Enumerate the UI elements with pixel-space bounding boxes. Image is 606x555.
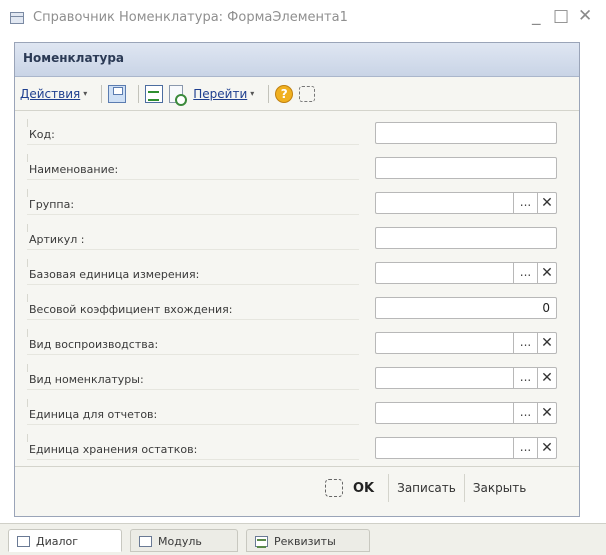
field-row: Весовой коэффициент вхождения: 0 <box>27 294 567 320</box>
field-row: Базовая единица измерения:... ✕ <box>27 259 567 285</box>
field-row: Группа:... ✕ <box>27 189 567 215</box>
field-input[interactable] <box>375 122 557 144</box>
choose-button[interactable]: ... <box>514 367 538 389</box>
toolbar-divider <box>101 84 103 103</box>
form-footer: OK Записать Закрыть <box>325 471 534 505</box>
help-icon[interactable]: ? <box>275 84 294 103</box>
chevron-down-icon[interactable]: ▾ <box>250 89 254 98</box>
field-row: Единица для отчетов:... ✕ <box>27 399 567 425</box>
field-input[interactable] <box>375 262 514 284</box>
field-input[interactable] <box>375 402 514 424</box>
tab-dialog[interactable]: Диалог <box>8 529 122 552</box>
field-label: Группа: <box>27 189 359 215</box>
field-row: Артикул : <box>27 224 567 250</box>
minimize-button[interactable]: _ <box>532 6 541 26</box>
close-window-button[interactable]: ✕ <box>578 6 592 26</box>
save-and-close-icon[interactable] <box>108 84 127 103</box>
field-input[interactable] <box>375 367 514 389</box>
copy-document-icon[interactable] <box>169 84 188 106</box>
field-row: Единица хранения остатков:... ✕ <box>27 434 567 460</box>
customize-icon[interactable] <box>299 85 316 102</box>
clear-icon[interactable]: ✕ <box>538 262 557 284</box>
module-icon <box>139 536 152 547</box>
field-label: Единица для отчетов: <box>27 399 359 425</box>
close-button[interactable]: Закрыть <box>463 474 534 502</box>
choose-button[interactable]: ... <box>514 192 538 214</box>
chevron-down-icon[interactable]: ▾ <box>83 89 87 98</box>
choose-button[interactable]: ... <box>514 332 538 354</box>
field-row: Вид номенклатуры:... ✕ <box>27 364 567 390</box>
field-input[interactable] <box>375 192 514 214</box>
save-button[interactable]: Записать <box>388 474 464 502</box>
window-title-bar: Справочник Номенклатура: ФормаЭлемента1 … <box>0 0 606 40</box>
field-label: Артикул : <box>27 224 359 250</box>
choose-button[interactable]: ... <box>514 262 538 284</box>
table-icon[interactable] <box>145 84 164 103</box>
field-row: Вид воспроизводства:... ✕ <box>27 329 567 355</box>
designer-tabs: Диалог Модуль Реквизиты <box>0 523 606 555</box>
window-title: Справочник Номенклатура: ФормаЭлемента1 <box>33 10 348 25</box>
field-input[interactable] <box>375 157 557 179</box>
field-input[interactable] <box>375 437 514 459</box>
field-label: Весовой коэффициент вхождения: <box>27 294 359 320</box>
clear-icon[interactable]: ✕ <box>538 402 557 424</box>
field-label: Единица хранения остатков: <box>27 434 359 460</box>
choose-button[interactable]: ... <box>514 437 538 459</box>
toolbar-divider <box>268 84 270 103</box>
maximize-button[interactable]: □ <box>553 6 569 26</box>
tab-module[interactable]: Модуль <box>130 529 238 552</box>
field-input[interactable] <box>375 332 514 354</box>
ok-button[interactable]: OK <box>353 481 374 496</box>
form-icon <box>10 12 24 24</box>
element-form: Номенклатура Действия ▾ Перейти ▾ ? Код:… <box>14 42 580 517</box>
form-header: Номенклатура <box>15 43 579 77</box>
goto-menu[interactable]: Перейти <box>193 87 247 101</box>
field-label: Вид воспроизводства: <box>27 329 359 355</box>
field-row: Код: <box>27 119 567 145</box>
clear-icon[interactable]: ✕ <box>538 437 557 459</box>
footer-divider <box>15 466 579 467</box>
field-label: Базовая единица измерения: <box>27 259 359 285</box>
field-label: Вид номенклатуры: <box>27 364 359 390</box>
attributes-icon <box>255 536 268 548</box>
dialog-icon <box>17 536 30 547</box>
tab-attributes[interactable]: Реквизиты <box>246 529 370 552</box>
toolbar: Действия ▾ Перейти ▾ ? <box>15 77 579 111</box>
actions-menu[interactable]: Действия <box>20 87 80 101</box>
tab-label: Диалог <box>36 535 79 548</box>
clear-icon[interactable]: ✕ <box>538 192 557 214</box>
tab-label: Модуль <box>158 535 202 548</box>
clear-icon[interactable]: ✕ <box>538 367 557 389</box>
customize-icon[interactable] <box>325 479 343 497</box>
toolbar-divider <box>138 84 140 103</box>
field-input[interactable] <box>375 227 557 249</box>
tab-label: Реквизиты <box>274 535 336 548</box>
field-row: Наименование: <box>27 154 567 180</box>
field-label: Код: <box>27 119 359 145</box>
choose-button[interactable]: ... <box>514 402 538 424</box>
clear-icon[interactable]: ✕ <box>538 332 557 354</box>
field-label: Наименование: <box>27 154 359 180</box>
field-input[interactable]: 0 <box>375 297 557 319</box>
